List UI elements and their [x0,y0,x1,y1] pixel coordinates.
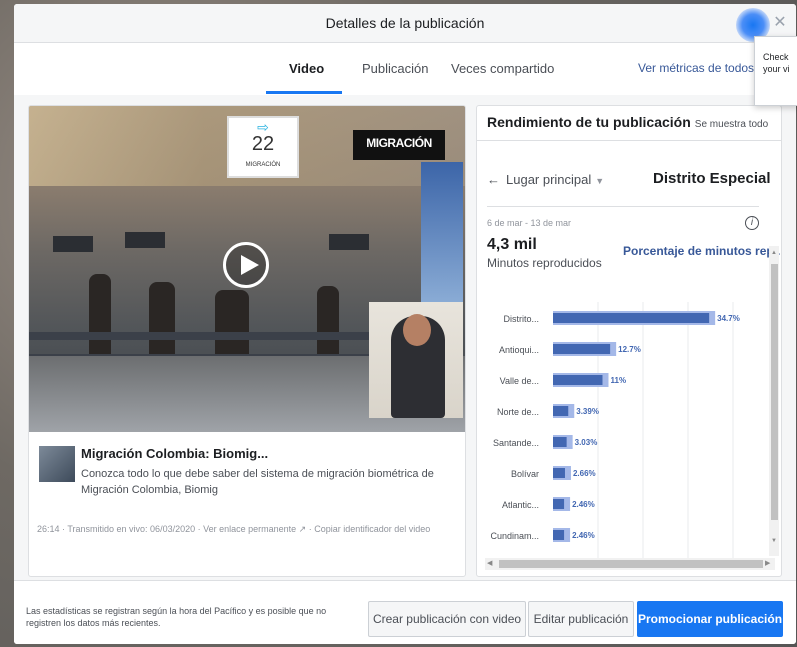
all-metrics-link[interactable]: Ver métricas de todos los [638,61,773,75]
back-arrow-icon[interactable]: ← [487,172,500,187]
traveler-figure [89,274,111,354]
queue-barrier [29,332,369,340]
onboarding-tooltip[interactable]: Check your vi [754,36,797,106]
minutes-label: Minutos reproducidos [487,256,602,270]
chart-category-label: Norte de... [497,407,539,417]
chart-category-label: Bolívar [511,469,539,479]
performance-subtitle: Se muestra todo [694,119,769,130]
performance-header: Rendimiento de tu publicación Se muestra … [477,106,781,141]
modal-footer: Las estadísticas se registran según la h… [14,580,796,644]
video-card: ⇨ 22 MIGRACIÓN MIGRACIÓN Migración Colom… [28,105,466,577]
chevron-down-icon: ▼ [595,176,605,186]
scroll-up-icon[interactable]: ▲ [771,250,777,256]
promote-post-button[interactable]: Promocionar publicación [637,601,783,637]
horizontal-scrollbar[interactable]: ◀ ▶ [485,558,775,570]
counter-desk [125,232,165,248]
chart-bar[interactable] [553,344,611,354]
chart-value-label: 3.03% [575,438,598,447]
chart-value-label: 3.39% [576,407,599,416]
sign-language-interpreter [369,302,463,418]
chart-category-label: Atlantic... [502,500,539,510]
chart-value-label: 34.7% [717,314,740,323]
tab-post[interactable]: Publicación [362,61,429,76]
chart-bar[interactable] [553,468,565,478]
performance-title: Rendimiento de tu publicación Se muestra … [487,114,768,130]
region-name: Distrito Especial [653,170,771,187]
performance-panel: Rendimiento de tu publicación Se muestra … [476,105,782,577]
info-icon[interactable]: i [745,216,759,230]
scrollbar-thumb[interactable] [771,264,778,520]
chart-category-label: Antioqui... [499,345,539,355]
arrow-icon: ⇨ [257,119,269,135]
scrollbar-thumb[interactable] [499,560,763,568]
chart-value-label: 2.46% [572,531,595,540]
chart-category-label: Valle de... [500,376,539,386]
chart-category-label: Santande... [493,438,539,448]
video-thumbnail [39,446,75,482]
modal-title: Detalles de la publicación [325,15,485,31]
chart-bar[interactable] [553,313,710,323]
active-tab-indicator [266,91,342,94]
chart-bar[interactable] [553,437,567,447]
migracion-logo: MIGRACIÓN [353,130,445,160]
traveler-figure [149,282,175,360]
percent-minutes-link[interactable]: Porcentaje de minutos rep.. [623,244,780,258]
counter-desk [53,236,93,252]
video-player[interactable]: ⇨ 22 MIGRACIÓN MIGRACIÓN [29,106,465,432]
gate-sign: ⇨ 22 MIGRACIÓN [227,116,299,178]
performance-title-text: Rendimiento de tu publicación [487,114,691,130]
scroll-left-icon[interactable]: ◀ [487,559,492,567]
video-side-banner [421,162,463,312]
chart-category-label: Cundinam... [490,531,539,541]
interpreter-face [403,314,431,346]
tooltip-text: Check your vi [755,37,797,75]
video-meta: 26:14 · Transmitido en vivo: 06/03/2020 … [37,524,431,534]
edit-post-button[interactable]: Editar publicación [528,601,634,637]
date-range: 6 de mar - 13 de mar [487,218,572,228]
chart-bar[interactable] [553,406,569,416]
traveler-figure [317,286,339,356]
divider [487,206,759,207]
tooltip-line: your vi [763,64,790,74]
counter-desk [329,234,369,250]
modal-content: ⇨ 22 MIGRACIÓN MIGRACIÓN Migración Colom… [14,95,796,580]
chart-value-label: 12.7% [618,345,641,354]
gate-sign-caption: MIGRACIÓN [245,162,281,168]
tab-video[interactable]: Video [289,61,324,76]
create-post-with-video-button[interactable]: Crear publicación con video [368,601,526,637]
minutes-value: 4,3 mil [487,236,537,253]
scroll-down-icon[interactable]: ▼ [771,538,777,544]
scroll-right-icon[interactable]: ▶ [765,559,770,567]
timezone-note: Las estadísticas se registran según la h… [26,606,327,628]
play-icon[interactable] [223,242,269,288]
tab-bar: Video Publicación Veces compartido Ver m… [14,43,796,96]
chart-value-label: 11% [611,376,627,385]
chart-bar[interactable] [553,530,565,540]
modal-title-bar: Detalles de la publicación ✕ [14,4,796,43]
gate-number: 22 [251,133,275,155]
region-bar-chart: Distrito... 34.7% Antioqui... 12.7% Valle de… [490,302,740,562]
video-title[interactable]: Migración Colombia: Biomig... [81,446,268,461]
close-icon[interactable]: ✕ [770,13,790,33]
chart-bar[interactable] [553,499,565,509]
chart-category-label: Distrito... [503,314,539,324]
location-dropdown-label: Lugar principal [506,172,592,187]
tab-shares[interactable]: Veces compartido [451,61,554,76]
post-details-modal: Detalles de la publicación ✕ Video Publi… [14,4,796,644]
chart-value-label: 2.66% [573,469,596,478]
chart-value-label: 2.46% [572,500,595,509]
chart-bar[interactable] [553,375,603,385]
tooltip-line: Check [763,52,789,62]
video-description: Conozca todo lo que debe saber del siste… [81,468,434,496]
vertical-scrollbar[interactable] [769,246,779,556]
location-dropdown[interactable]: ← Lugar principal ▼ [487,172,604,187]
